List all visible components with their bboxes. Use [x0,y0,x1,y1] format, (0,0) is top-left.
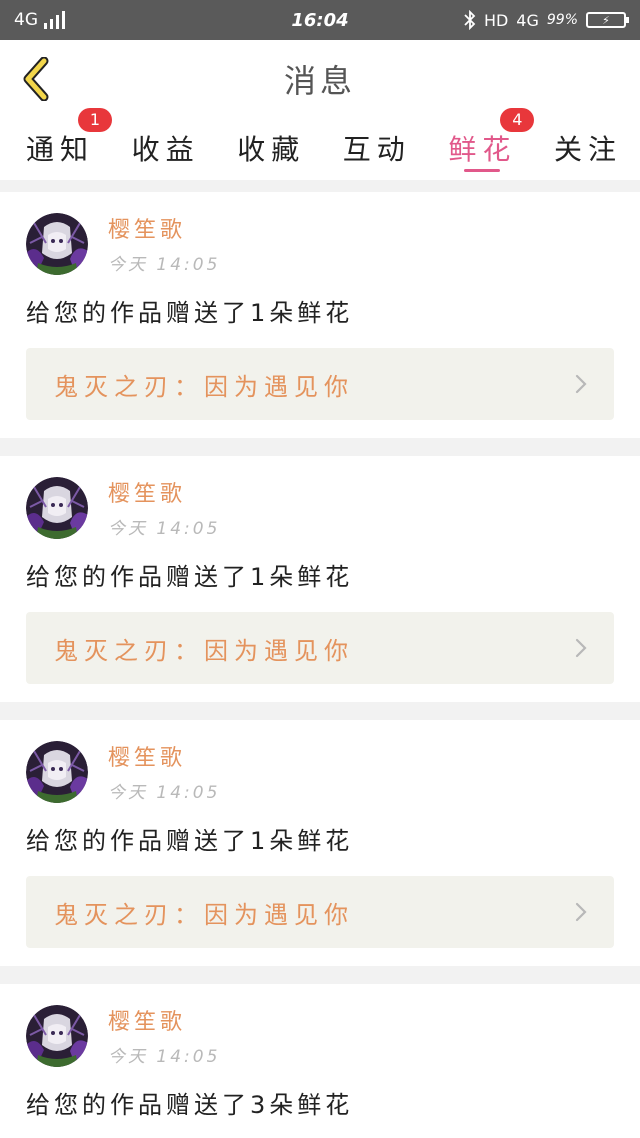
signal-icon [44,11,65,29]
user-name[interactable]: 樱笙歌 [108,476,220,508]
tab-0[interactable]: 通知 1 [26,108,113,180]
tab-label: 收藏 [237,133,306,166]
status-right: HD 4G 99% ⚡ [464,10,629,30]
message-text: 给您的作品赠送了3朵鲜花 [26,1091,354,1119]
work-title: 鬼灭之刃：因为遇见你 [54,636,354,665]
chevron-right-icon [575,638,587,658]
battery-percent: 99% [546,12,578,28]
user-name[interactable]: 樱笙歌 [108,212,220,244]
work-link[interactable]: 鬼灭之刃：因为遇见你 [26,348,614,420]
status-time: 16:04 [291,9,349,31]
tab-4[interactable]: 鲜花 4 [448,108,535,180]
avatar[interactable] [26,740,88,803]
back-button[interactable] [14,57,58,101]
message-header: 樱笙歌今天 14:05 [26,720,614,803]
chevron-right-icon [575,374,587,394]
avatar[interactable] [26,1004,88,1067]
tab-label: 互动 [342,133,411,166]
message-card: 樱笙歌今天 14:05 给您的作品赠送了1朵鲜花鬼灭之刃：因为遇见你 [0,720,640,966]
tab-2[interactable]: 收藏 [237,118,305,180]
tab-label: 收益 [131,133,200,166]
message-time: 今天 14:05 [108,783,221,803]
message-meta: 樱笙歌今天 14:05 [108,740,220,803]
message-meta: 樱笙歌今天 14:05 [108,1004,220,1067]
tab-label: 关注 [553,133,622,166]
message-text: 给您的作品赠送了1朵鲜花 [26,299,354,327]
unread-badge: 4 [500,108,535,132]
message-header: 樱笙歌今天 14:05 [26,984,614,1067]
avatar[interactable] [26,476,88,539]
nav-bar: 消息 [0,40,640,118]
hd-label: HD [483,10,509,30]
work-title: 鬼灭之刃：因为遇见你 [54,372,354,401]
message-card: 樱笙歌今天 14:05 给您的作品赠送了1朵鲜花鬼灭之刃：因为遇见你 [0,192,640,438]
message-card: 樱笙歌今天 14:05 给您的作品赠送了1朵鲜花鬼灭之刃：因为遇见你 [0,456,640,702]
avatar-image [26,476,88,539]
tab-1[interactable]: 收益 [132,118,200,180]
user-name[interactable]: 樱笙歌 [108,740,220,772]
chevron-left-icon [23,57,49,101]
tab-label: 通知 [26,133,95,166]
chevron-right-icon [575,902,587,922]
message-list: 樱笙歌 今天 14:05 给您的作品赠送了1朵鲜花 鬼灭之刃：因为遇见你 樱笙歌 今天 1… [0,192,640,1138]
tab-5[interactable]: 关注 [554,118,622,180]
message-text: 给您的作品赠送了1朵鲜花 [26,563,354,591]
unread-badge: 1 [78,108,113,132]
avatar-image [26,1004,88,1067]
message-time: 今天 14:05 [108,255,221,275]
tab-label: 鲜花 [448,133,517,166]
network-right-label: 4G [516,10,539,30]
tab-bar: 通知 1 收益 收藏 互动 鲜花 4 关注 [0,108,640,180]
page-title: 消息 [283,62,356,100]
message-card: 樱笙歌今天 14:05 给您的作品赠送了3朵鲜花 [0,984,640,1138]
tab-3[interactable]: 互动 [343,118,411,180]
bluetooth-icon [464,10,476,30]
work-link[interactable]: 鬼灭之刃：因为遇见你 [26,612,614,684]
status-bar: 4G 16:04 HD 4G 99% ⚡ [0,0,640,40]
avatar-image [26,740,88,803]
avatar[interactable] [26,212,88,275]
network-label: 4G [14,10,38,30]
message-time: 今天 14:05 [108,1047,221,1067]
message-time: 今天 14:05 [108,519,221,539]
user-name[interactable]: 樱笙歌 [108,1004,220,1036]
work-title: 鬼灭之刃：因为遇见你 [54,900,354,929]
active-tab-indicator [464,169,501,172]
battery-icon: ⚡ [586,12,629,28]
work-link[interactable]: 鬼灭之刃：因为遇见你 [26,876,614,948]
message-header: 樱笙歌今天 14:05 [26,456,614,539]
message-meta: 樱笙歌今天 14:05 [108,212,220,275]
message-header: 樱笙歌今天 14:05 [26,192,614,275]
status-left: 4G [14,10,65,30]
message-text: 给您的作品赠送了1朵鲜花 [26,827,354,855]
message-meta: 樱笙歌今天 14:05 [108,476,220,539]
avatar-image [26,212,88,275]
